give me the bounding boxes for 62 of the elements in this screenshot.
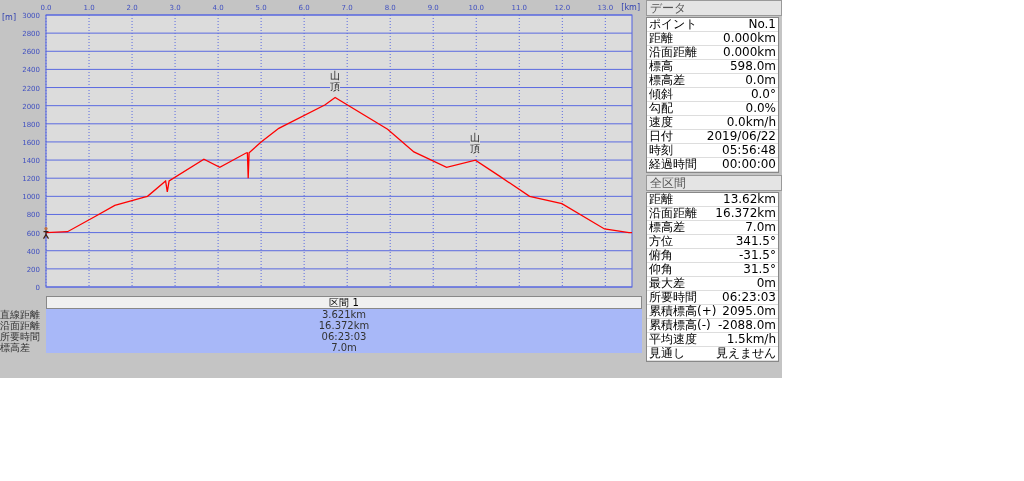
info-label: 速度 [649, 116, 673, 129]
info-value: 見えません [716, 347, 776, 360]
info-value: 31.5° [743, 263, 776, 276]
info-label: 俯角 [649, 249, 673, 262]
x-axis-unit: [km] [621, 3, 640, 12]
info-label: 平均速度 [649, 333, 697, 346]
row-label: 沿面距離 [0, 320, 41, 331]
info-value: 00:00:00 [722, 158, 776, 171]
y-axis-unit: [m] [2, 13, 17, 22]
row-label: 標高差 [0, 342, 30, 353]
info-label: 標高 [649, 60, 673, 73]
info-value: 05:56:48 [722, 144, 776, 157]
info-value: 16.372km [715, 207, 776, 220]
info-label: 傾斜 [649, 88, 673, 101]
panel-section-header[interactable]: 全区間 [646, 175, 782, 191]
table-cell: 3.621km [46, 309, 642, 320]
info-label: 沿面距離 [649, 46, 697, 59]
info-label: 見通し [649, 347, 685, 360]
info-label: 所要時間 [649, 291, 697, 304]
info-label: 累積標高(-) [649, 319, 711, 332]
panel-section-header[interactable]: データ [646, 0, 782, 16]
info-value: 06:23:03 [722, 291, 776, 304]
info-value: 2095.0m [722, 305, 776, 318]
table-cell: 06:23:03 [46, 331, 642, 342]
info-value: 13.62km [723, 193, 776, 206]
info-label: 日付 [649, 130, 673, 143]
section-header: 区間 1 [46, 296, 642, 309]
info-label: 沿面距離 [649, 207, 697, 220]
info-label: 累積標高(+) [649, 305, 717, 318]
info-label: 方位 [649, 235, 673, 248]
hiker-icon [42, 227, 50, 240]
info-value: 0.000km [723, 32, 776, 45]
table-cell: 7.0m [46, 342, 642, 353]
info-value: 7.0m [745, 221, 776, 234]
info-value: 0.0m [745, 74, 776, 87]
peak-label: 山頂 [330, 69, 341, 92]
peak-label: 山頂 [470, 132, 481, 155]
row-label: 直線距離 [0, 309, 41, 320]
info-value: 0.000km [723, 46, 776, 59]
info-value: -31.5° [738, 249, 776, 262]
info-label: 距離 [649, 193, 673, 206]
info-label: 最大差 [649, 277, 685, 290]
row-label: 所要時間 [0, 331, 41, 342]
info-value: 2019/06/22 [706, 130, 776, 143]
info-value: 1.5km/h [726, 333, 776, 346]
info-value: -2088.0m [718, 319, 776, 332]
info-label: 勾配 [649, 102, 673, 115]
info-value: 0.0km/h [726, 116, 776, 129]
info-label: 距離 [649, 32, 673, 45]
info-value: No.1 [748, 18, 776, 31]
info-value: 0.0° [750, 88, 776, 101]
info-value: 341.5° [735, 235, 776, 248]
info-label: 仰角 [649, 263, 673, 276]
info-value: 598.0m [729, 60, 776, 73]
info-label: 標高差 [649, 221, 685, 234]
info-value: 0.0% [745, 102, 776, 115]
info-label: 時刻 [649, 144, 673, 157]
table-cell: 16.372km [46, 320, 642, 331]
info-label: 経過時間 [649, 158, 697, 171]
info-value: 0m [756, 277, 776, 290]
info-label: ポイント [649, 18, 697, 31]
info-label: 標高差 [649, 74, 685, 87]
